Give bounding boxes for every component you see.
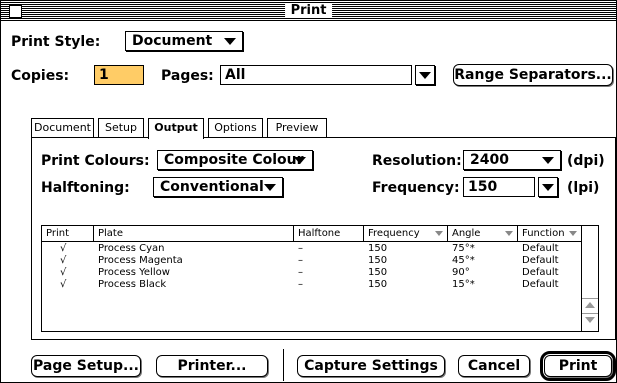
close-box[interactable] (9, 5, 22, 18)
range-separators-button[interactable]: Range Separators... (453, 64, 613, 86)
print-check[interactable]: √ (60, 279, 66, 290)
resolution-unit: (dpi) (567, 153, 605, 169)
cancel-button[interactable]: Cancel (458, 355, 530, 377)
window-title: Print (284, 3, 333, 18)
print-check[interactable]: √ (60, 255, 66, 266)
halftoning-label: Halftoning: (41, 180, 130, 196)
frequency-value: 150 (368, 255, 388, 266)
halftone-value: – (298, 267, 303, 278)
frequency-unit: (lpi) (567, 180, 600, 196)
print-check[interactable]: √ (60, 243, 66, 254)
angle-value: 90° (452, 267, 470, 278)
column-header-angle[interactable]: Angle (448, 226, 518, 241)
halftone-value: – (298, 279, 303, 290)
table-row[interactable]: √ Process Cyan – 150 75°* Default (42, 243, 582, 254)
tab-output[interactable]: Output (148, 118, 204, 139)
frequency-label: Frequency: (372, 180, 460, 196)
column-header-plate[interactable]: Plate (94, 226, 294, 241)
printer-button[interactable]: Printer... (156, 355, 268, 377)
column-header-function[interactable]: Function (518, 226, 582, 241)
frequency-value: 150 (368, 267, 388, 278)
print-check[interactable]: √ (60, 267, 66, 278)
scroll-down-arrow-icon[interactable] (585, 317, 595, 323)
resolution-label: Resolution: (372, 153, 462, 169)
print-colours-popup[interactable]: Composite Colour (157, 150, 313, 170)
halftoning-value: Conventional (160, 179, 264, 195)
pages-label: Pages: (161, 68, 214, 84)
angle-value: 15°* (452, 279, 475, 290)
scrollbar-divider (582, 313, 598, 314)
resolution-value: 2400 (470, 152, 509, 168)
pages-popup-button[interactable] (415, 65, 435, 85)
angle-value: 45°* (452, 255, 475, 266)
chevron-down-icon (264, 184, 276, 191)
function-value: Default (522, 279, 559, 290)
sort-arrow-icon (435, 231, 443, 236)
print-style-value: Document (132, 33, 213, 49)
print-dialog: Print Print Style: Document Copies: 1 Pa… (0, 0, 617, 383)
print-style-label: Print Style: (11, 34, 101, 50)
tab-setup[interactable]: Setup (98, 118, 144, 137)
tab-document[interactable]: Document (31, 118, 94, 137)
table-scrollbar[interactable] (581, 226, 598, 331)
column-header-function-label: Function (522, 228, 565, 239)
copies-field[interactable]: 1 (94, 65, 144, 85)
halftoning-popup[interactable]: Conventional (153, 177, 283, 197)
pages-field[interactable]: All (220, 65, 412, 85)
print-style-popup[interactable]: Document (125, 31, 243, 51)
chevron-down-icon (294, 157, 306, 164)
frequency-value: 150 (368, 243, 388, 254)
column-header-angle-label: Angle (452, 228, 481, 239)
scrollbar-divider (582, 298, 598, 299)
frequency-field[interactable]: 150 (463, 177, 535, 197)
table-row[interactable]: √ Process Magenta – 150 45°* Default (42, 255, 582, 266)
halftone-value: – (298, 243, 303, 254)
tab-preview[interactable]: Preview (267, 118, 327, 137)
sort-arrow-icon (569, 231, 577, 236)
function-value: Default (522, 267, 559, 278)
frequency-popup-button[interactable] (538, 177, 558, 197)
chevron-down-icon (419, 72, 431, 79)
plate-name: Process Yellow (98, 267, 170, 278)
column-header-print[interactable]: Print (42, 226, 94, 241)
print-colours-label: Print Colours: (41, 153, 150, 169)
copies-label: Copies: (11, 68, 70, 84)
plate-table: Print Plate Halftone Frequency Angle Fun… (41, 225, 599, 332)
button-divider (283, 349, 284, 381)
plate-table-header: Print Plate Halftone Frequency Angle Fun… (42, 226, 582, 242)
tab-options[interactable]: Options (208, 118, 263, 137)
function-value: Default (522, 255, 559, 266)
frequency-value: 150 (368, 279, 388, 290)
plate-name: Process Cyan (98, 243, 165, 254)
function-value: Default (522, 243, 559, 254)
chevron-down-icon (542, 157, 554, 164)
angle-value: 75°* (452, 243, 475, 254)
print-button[interactable]: Print (540, 351, 616, 381)
title-bar[interactable]: Print (1, 1, 616, 21)
print-colours-value: Composite Colour (164, 152, 304, 168)
column-header-frequency-label: Frequency (368, 228, 420, 239)
page-setup-button[interactable]: Page Setup... (31, 355, 141, 377)
table-row[interactable]: √ Process Black – 150 15°* Default (42, 279, 582, 290)
plate-name: Process Magenta (98, 255, 183, 266)
plate-name: Process Black (98, 279, 167, 290)
scroll-up-arrow-icon[interactable] (585, 302, 595, 308)
sort-arrow-icon (505, 231, 513, 236)
resolution-popup[interactable]: 2400 (463, 150, 561, 170)
column-header-frequency[interactable]: Frequency (364, 226, 448, 241)
chevron-down-icon (542, 184, 554, 191)
column-header-halftone[interactable]: Halftone (294, 226, 364, 241)
table-row[interactable]: √ Process Yellow – 150 90° Default (42, 267, 582, 278)
halftone-value: – (298, 255, 303, 266)
capture-settings-button[interactable]: Capture Settings (297, 355, 445, 377)
chevron-down-icon (224, 38, 236, 45)
